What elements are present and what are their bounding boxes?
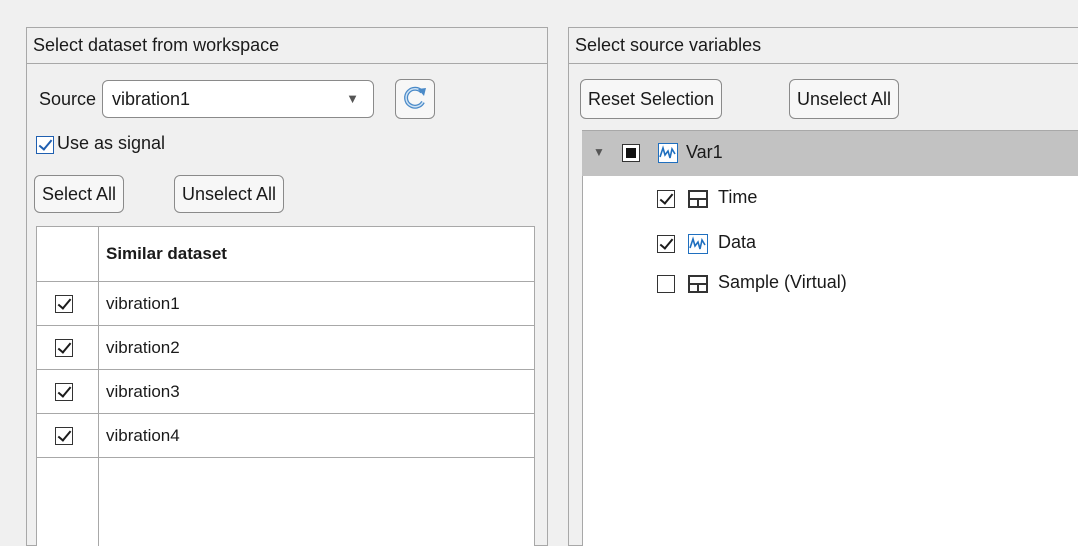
signal-icon (658, 143, 678, 163)
source-dropdown[interactable]: vibration1 ▼ (102, 80, 374, 118)
similar-dataset-table: Similar dataset vibration1 vibration2 vi… (36, 226, 535, 458)
refresh-icon (404, 86, 426, 109)
dataset-name-cell[interactable]: vibration1 (98, 281, 535, 326)
table-icon (688, 190, 708, 208)
dataset-name-cell[interactable]: vibration3 (98, 369, 535, 414)
table-row[interactable]: vibration2 (36, 325, 535, 370)
use-as-signal-label: Use as signal (57, 133, 166, 153)
chevron-down-icon: ▼ (346, 91, 359, 106)
use-as-signal-checkbox[interactable] (36, 136, 54, 154)
row-checkbox-cell (36, 325, 99, 370)
partial-check-indicator (626, 148, 636, 158)
row-checkbox[interactable] (55, 295, 73, 313)
reset-selection-button[interactable]: Reset Selection (580, 79, 723, 119)
table-row[interactable]: vibration1 (36, 281, 535, 326)
row-checkbox[interactable] (55, 383, 73, 401)
source-label: Source (39, 89, 97, 109)
select-all-button[interactable]: Select All (34, 175, 125, 213)
row-checkbox-cell (36, 369, 99, 414)
variables-panel-title: Select source variables (569, 28, 1078, 64)
row-checkbox-cell (36, 413, 99, 458)
checkbox-column-divider (98, 458, 99, 546)
tree-child-label: Time (718, 187, 758, 207)
checkbox-column-header (36, 226, 99, 282)
tree-root-label: Var1 (686, 142, 723, 162)
root-checkbox[interactable] (622, 144, 640, 162)
tree-child-checkbox[interactable] (657, 235, 675, 253)
dataset-panel-title: Select dataset from workspace (27, 28, 547, 64)
tree-root-row[interactable]: ▼ Var1 (582, 131, 1078, 176)
unselect-all-datasets-button[interactable]: Unselect All (174, 175, 285, 213)
tree-child-checkbox[interactable] (657, 190, 675, 208)
dataset-name-cell[interactable]: vibration2 (98, 325, 535, 370)
unselect-all-variables-button[interactable]: Unselect All (789, 79, 900, 119)
expand-arrow-icon[interactable]: ▼ (593, 145, 605, 159)
row-checkbox[interactable] (55, 427, 73, 445)
refresh-button[interactable] (395, 79, 435, 119)
row-checkbox[interactable] (55, 339, 73, 357)
table-header-row: Similar dataset (36, 226, 535, 282)
source-dropdown-value: vibration1 (112, 89, 191, 109)
tree-child-row[interactable]: Sample (Virtual) (582, 266, 1078, 311)
tree-child-row[interactable]: Time (582, 176, 1078, 221)
table-icon (688, 275, 708, 293)
tree-child-checkbox[interactable] (657, 275, 675, 293)
table-row[interactable]: vibration3 (36, 369, 535, 414)
table-row[interactable]: vibration4 (36, 413, 535, 458)
similar-dataset-header[interactable]: Similar dataset (98, 226, 535, 282)
tree-child-label: Sample (Virtual) (718, 272, 847, 292)
signal-icon (688, 234, 708, 254)
tree-child-label: Data (718, 232, 757, 252)
row-checkbox-cell (36, 281, 99, 326)
dataset-name-cell[interactable]: vibration4 (98, 413, 535, 458)
tree-child-row[interactable]: Data (582, 221, 1078, 266)
